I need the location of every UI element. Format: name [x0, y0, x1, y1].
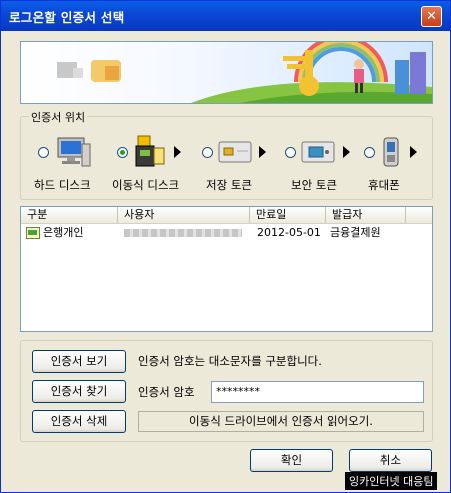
usb-drive-icon-graphic — [135, 135, 165, 167]
window-title: 로그온할 인증서 선택 — [9, 10, 125, 25]
removable-disk-arrow-icon[interactable] — [174, 146, 181, 158]
delete-certificate-button[interactable]: 인증서 삭제 — [32, 410, 126, 433]
cell-expiry: 2012-05-01 — [257, 226, 321, 239]
location-label-storage-token: 저장 토큰 — [206, 178, 252, 192]
certificate-dialog: 로그온할 인증서 선택 ✕ 인증서 위치 하드 디스크 이동식 디스크 저장 토… — [0, 0, 451, 493]
password-input[interactable]: ******** — [211, 381, 424, 403]
status-message: 이동식 드라이브에서 인증서 읽어오기. — [138, 411, 424, 432]
computer-icon[interactable] — [56, 134, 92, 173]
mobile-phone-arrow-icon[interactable] — [410, 146, 417, 158]
mobile-phone-icon[interactable] — [380, 136, 404, 173]
building-2 — [410, 52, 426, 94]
column-header-issuer[interactable]: 발급자 — [326, 207, 406, 223]
radio-storage-token[interactable] — [202, 147, 213, 158]
person-leg-left — [355, 83, 358, 93]
location-group-label: 인증서 위치 — [29, 109, 88, 125]
banner-image — [20, 41, 433, 104]
column-header-expiry[interactable]: 만료일 — [250, 207, 326, 223]
radio-selected-dot — [120, 150, 125, 155]
storage-token-arrow-icon[interactable] — [259, 146, 266, 158]
security-token-arrow-icon[interactable] — [343, 146, 350, 158]
user-name-blurred — [124, 229, 242, 237]
column-header-type[interactable]: 구분 — [21, 207, 118, 223]
password-label: 인증서 암호 — [138, 385, 195, 399]
cancel-button[interactable]: 취소 — [349, 449, 432, 472]
cell-issuer: 금융결제원 — [330, 226, 381, 239]
watermark-label: 잉카인터넷 대응팀 — [345, 472, 438, 490]
person-body — [354, 69, 364, 83]
view-certificate-button[interactable]: 인증서 보기 — [32, 350, 126, 373]
certificate-icon-graphic — [26, 227, 40, 239]
computer-icon-graphic — [57, 137, 91, 167]
find-certificate-button[interactable]: 인증서 찾기 — [32, 380, 126, 403]
blurred-logo-part4 — [105, 66, 119, 80]
certificate-icon — [26, 227, 40, 242]
close-button[interactable]: ✕ — [421, 6, 442, 27]
location-label-removable-disk: 이동식 디스크 — [112, 178, 180, 192]
title-bar: 로그온할 인증서 선택 ✕ — [1, 1, 450, 31]
smartcard-token-icon-graphic — [218, 141, 252, 163]
key-tooth-2 — [287, 64, 305, 69]
radio-security-token[interactable] — [285, 147, 296, 158]
radio-removable-disk[interactable] — [117, 147, 128, 158]
usb-drive-icon[interactable] — [134, 134, 170, 173]
key-tooth-1 — [283, 56, 305, 61]
key-stem — [305, 50, 313, 80]
location-label-hard-disk: 하드 디스크 — [34, 178, 91, 192]
location-label-mobile-phone: 휴대폰 — [368, 178, 400, 192]
location-label-security-token: 보안 토큰 — [291, 178, 337, 192]
certificate-list-header: 구분 사용자 만료일 발급자 — [21, 207, 432, 224]
ok-button[interactable]: 확인 — [250, 449, 333, 472]
blurred-logo-part2 — [73, 68, 83, 78]
mobile-phone-icon-graphic — [383, 137, 399, 167]
person-leg-right — [360, 83, 363, 93]
banner-illustration — [57, 42, 432, 103]
security-token-icon[interactable] — [301, 138, 335, 169]
building-1 — [395, 60, 409, 94]
table-row[interactable]: 은행개인 2012-05-01 금융결제원 — [21, 225, 432, 241]
column-header-user[interactable]: 사용자 — [118, 207, 250, 223]
cell-type: 은행개인 — [43, 226, 84, 239]
key-bow — [299, 76, 319, 96]
radio-mobile-phone[interactable] — [364, 147, 375, 158]
password-case-note: 인증서 암호는 대소문자를 구분합니다. — [138, 354, 322, 368]
radio-hard-disk[interactable] — [38, 147, 49, 158]
close-icon: ✕ — [426, 9, 437, 24]
person-head — [354, 59, 364, 69]
security-token-icon-graphic — [301, 141, 335, 163]
smartcard-token-icon[interactable] — [218, 138, 252, 169]
certificate-list[interactable]: 구분 사용자 만료일 발급자 은행개인 2012-05-01 금융결제원 — [20, 206, 433, 332]
